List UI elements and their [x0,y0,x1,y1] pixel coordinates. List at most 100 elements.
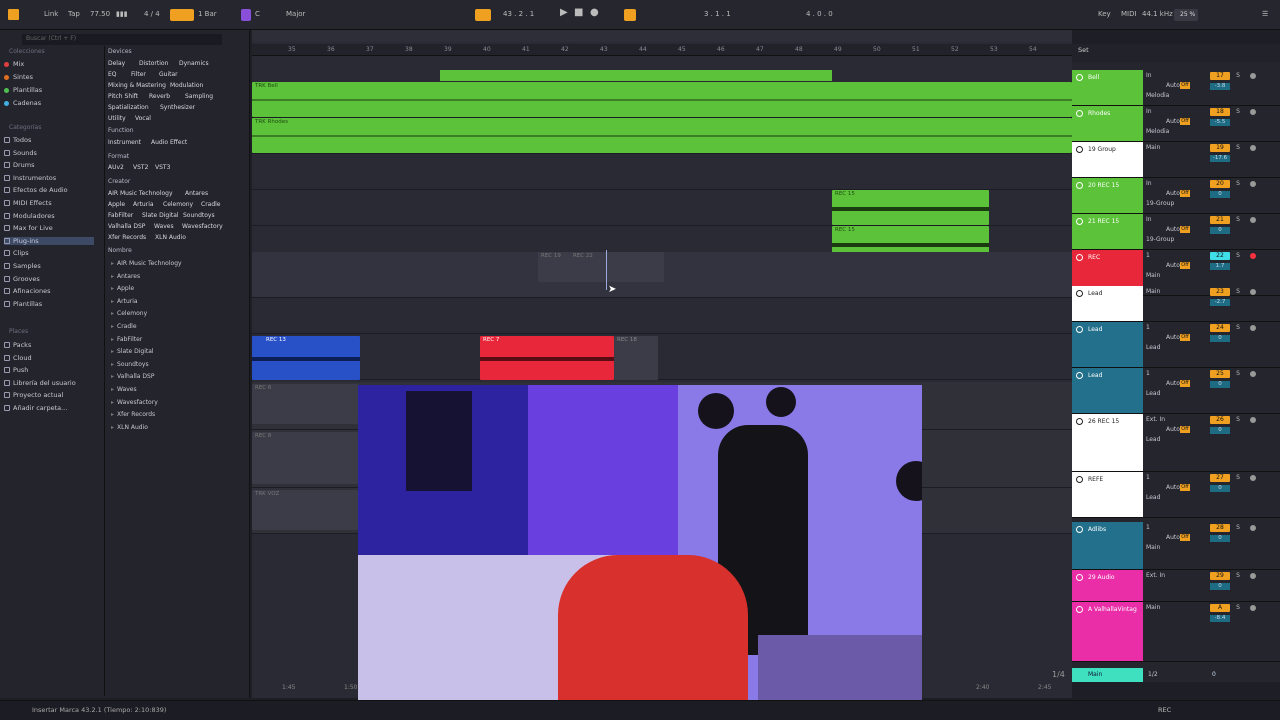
track-name-header[interactable]: 26 REC 15 [1072,414,1143,471]
creator-tag[interactable]: Xfer Records [108,234,146,241]
collection-item[interactable]: Sintes [4,73,33,81]
device-tag[interactable]: EQ [108,71,117,78]
track-number-activator[interactable]: 27 [1210,474,1230,482]
solo-button[interactable]: S [1234,572,1242,580]
fold-icon[interactable] [1076,290,1083,297]
arm-button[interactable] [1250,181,1256,187]
category-item[interactable]: Sounds [4,149,37,157]
track-name-header[interactable]: 19 Group [1072,142,1143,177]
track-name-header[interactable]: 29 Audio [1072,570,1143,601]
place-item[interactable]: Push [4,366,28,374]
place-item[interactable]: Proyecto actual [4,391,63,399]
track-number-activator[interactable]: 17 [1210,72,1230,80]
input-select[interactable]: In [1146,108,1152,115]
fold-icon[interactable] [1076,254,1083,261]
arm-button[interactable] [1250,73,1256,79]
set-button[interactable]: Set [1078,46,1089,54]
loop-brace[interactable] [440,70,832,81]
category-item[interactable]: Moduladores [4,212,55,220]
solo-button[interactable]: S [1234,144,1242,152]
solo-button[interactable]: S [1234,524,1242,532]
plugin-folder[interactable]: ▸ Apple [111,285,134,292]
solo-button[interactable]: S [1234,108,1242,116]
place-item[interactable]: Packs [4,341,31,349]
track-name-header[interactable]: REFE [1072,472,1143,517]
track-name-header[interactable]: Bell [1072,70,1143,105]
loop-start[interactable]: 3 . 1 . 1 [704,10,731,18]
key-map-button[interactable]: Key [1098,10,1111,18]
track-number-activator[interactable]: 23 [1210,288,1230,296]
clip-rec15a[interactable]: REC 15 [832,190,989,225]
creator-tag[interactable]: Soundtoys [183,212,215,219]
name-column-header[interactable]: Nombre [108,247,132,254]
input-select[interactable]: 1 [1146,324,1150,331]
category-item[interactable]: Drums [4,161,35,169]
fold-icon[interactable] [1076,418,1083,425]
monitor-off[interactable]: Off [1180,334,1190,341]
master-output[interactable]: 1/2 [1148,671,1158,678]
input-select[interactable]: 1 [1146,524,1150,531]
monitor-auto[interactable]: Auto [1166,226,1180,233]
volume-field[interactable]: 0 [1210,381,1230,388]
solo-button[interactable]: S [1234,72,1242,80]
input-select[interactable]: Ext. In [1146,572,1165,579]
arm-button[interactable] [1250,253,1256,259]
master-name[interactable]: Main [1072,668,1143,682]
creator-tag[interactable]: Arturia [133,201,154,208]
plugin-folder[interactable]: ▸ XLN Audio [111,424,148,431]
volume-field[interactable]: 0 [1210,583,1230,590]
midi-map-button[interactable]: MIDI [1121,10,1137,18]
input-select[interactable]: 1 [1146,370,1150,377]
volume-field[interactable]: 0 [1210,335,1230,342]
solo-button[interactable]: S [1234,252,1242,260]
monitor-auto[interactable]: Auto [1166,118,1180,125]
metronome-toggle[interactable] [170,9,194,21]
creator-tag[interactable]: AIR Music Technology [108,190,173,197]
volume-field[interactable]: 0 [1210,485,1230,492]
devices-label[interactable]: Devices [108,48,132,55]
track-number-activator[interactable]: 29 [1210,572,1230,580]
device-tag[interactable]: Utility [108,115,126,122]
draw-mode-icon[interactable] [624,9,636,21]
creator-tag[interactable]: Valhalla DSP [108,223,145,230]
input-select[interactable]: Main [1146,604,1160,611]
creator-tag[interactable]: Apple [108,201,125,208]
track-number-activator[interactable]: 25 [1210,370,1230,378]
place-item[interactable]: Librería del usuario [4,379,76,387]
clip-rec6[interactable]: REC 6 [252,384,358,424]
track-number-activator[interactable]: 22 [1210,252,1230,260]
output-select[interactable]: 19-Group [1146,200,1174,207]
fold-icon[interactable] [1076,182,1083,189]
device-tag[interactable]: Pitch Shift [108,93,138,100]
category-item[interactable]: Efectos de Audio [4,186,68,194]
monitor-off[interactable]: Off [1180,190,1190,197]
device-tag[interactable]: Delay [108,60,125,67]
monitor-auto[interactable]: Auto [1166,190,1180,197]
plugin-folder[interactable]: ▸ Cradle [111,323,137,330]
format-tag[interactable]: VST2 [133,164,148,171]
format-label[interactable]: Format [108,153,129,160]
device-tag[interactable]: Modulation [170,82,203,89]
plugin-folder[interactable]: ▸ Valhalla DSP [111,373,154,380]
volume-field[interactable]: -2.7 [1210,299,1230,306]
output-select[interactable]: Lead [1146,494,1160,501]
track-number-activator[interactable]: 26 [1210,416,1230,424]
plugin-folder[interactable]: ▸ AIR Music Technology [111,260,182,267]
creator-tag[interactable]: Slate Digital [142,212,179,219]
device-tag[interactable]: Reverb [149,93,170,100]
volume-field[interactable]: 0 [1210,227,1230,234]
volume-field[interactable]: -8.4 [1210,615,1230,622]
output-select[interactable]: Main [1146,272,1160,279]
solo-button[interactable]: S [1234,370,1242,378]
fold-icon[interactable] [1076,574,1083,581]
output-select[interactable]: Melodia [1146,92,1169,99]
function-label[interactable]: Function [108,127,134,134]
volume-field[interactable]: 0 [1210,191,1230,198]
creator-label[interactable]: Creator [108,178,130,185]
arm-button[interactable] [1250,371,1256,377]
fold-icon[interactable] [1076,110,1083,117]
track-number-activator[interactable]: 28 [1210,524,1230,532]
place-item[interactable]: Añadir carpeta... [4,404,67,412]
key-toggle-icon[interactable] [241,9,251,21]
arm-button[interactable] [1250,109,1256,115]
